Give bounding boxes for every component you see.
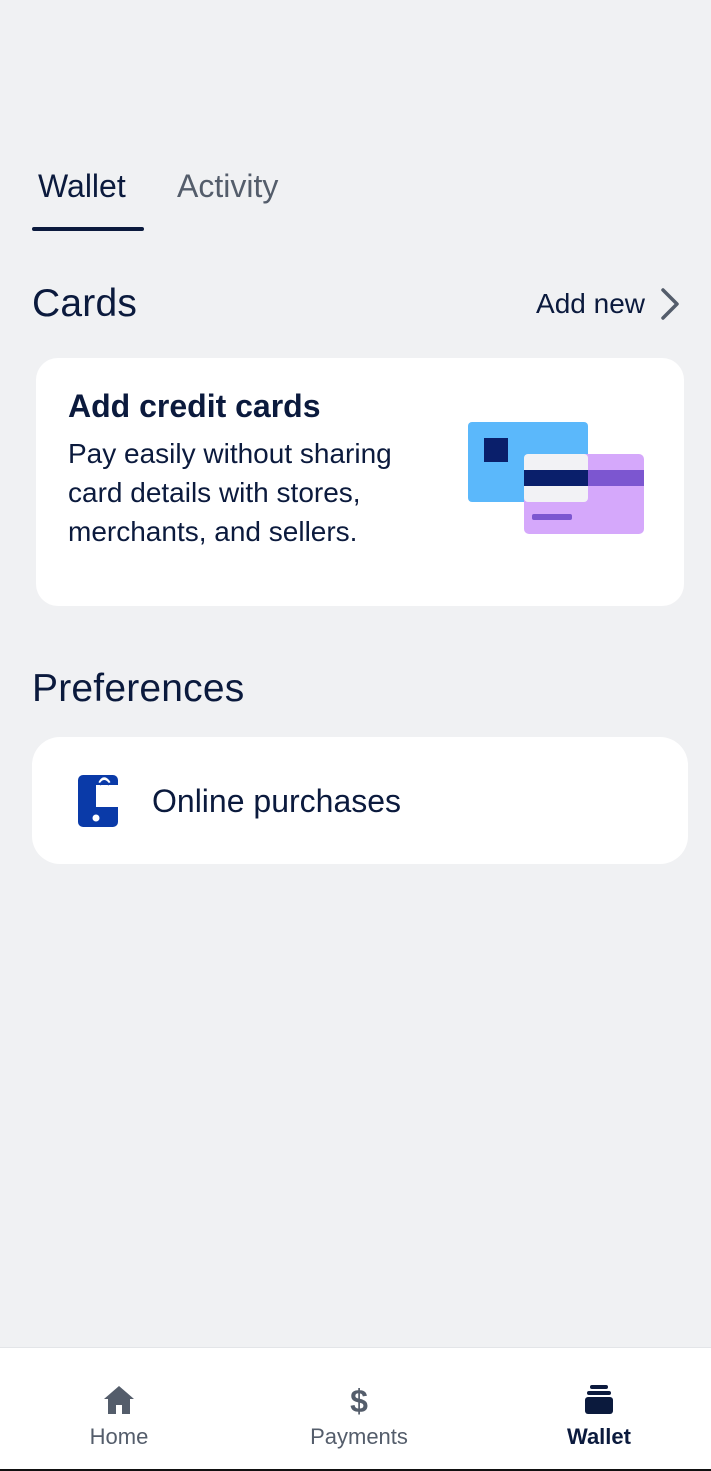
nav-wallet-label: Wallet <box>567 1424 631 1449</box>
bottom-navigation: Home $ Payments Wallet <box>0 1347 711 1471</box>
dollar-icon: $ <box>350 1384 368 1416</box>
promo-description: Pay easily without sharing card details … <box>68 438 392 547</box>
nav-home[interactable]: Home <box>39 1348 199 1469</box>
tab-wallet[interactable]: Wallet <box>38 166 126 206</box>
nav-home-label: Home <box>89 1424 149 1449</box>
nav-payments[interactable]: $ Payments <box>279 1348 439 1469</box>
credit-cards-illustration-icon <box>468 422 644 534</box>
online-purchases-label: Online purchases <box>152 783 402 819</box>
chevron-right-icon <box>661 288 679 320</box>
top-tabs: Wallet Activity <box>32 160 432 234</box>
home-icon <box>104 1386 134 1414</box>
promo-title: Add credit cards <box>68 388 321 424</box>
svg-text:$: $ <box>350 1384 368 1416</box>
nav-wallet[interactable]: Wallet <box>519 1348 679 1469</box>
add-new-label: Add new <box>536 288 645 319</box>
tab-selected-indicator <box>32 227 144 231</box>
nav-payments-label: Payments <box>310 1424 408 1449</box>
online-purchases-item[interactable]: Online purchases <box>32 737 688 864</box>
add-credit-cards-card[interactable]: Add credit cards Pay easily without shar… <box>36 358 684 606</box>
add-new-button[interactable]: Add new <box>536 284 681 324</box>
cards-section-title: Cards <box>32 282 138 325</box>
tab-activity[interactable]: Activity <box>177 166 278 206</box>
phone-shopping-bag-icon <box>78 775 123 827</box>
wallet-icon <box>585 1385 613 1414</box>
preferences-section-title: Preferences <box>32 667 245 710</box>
